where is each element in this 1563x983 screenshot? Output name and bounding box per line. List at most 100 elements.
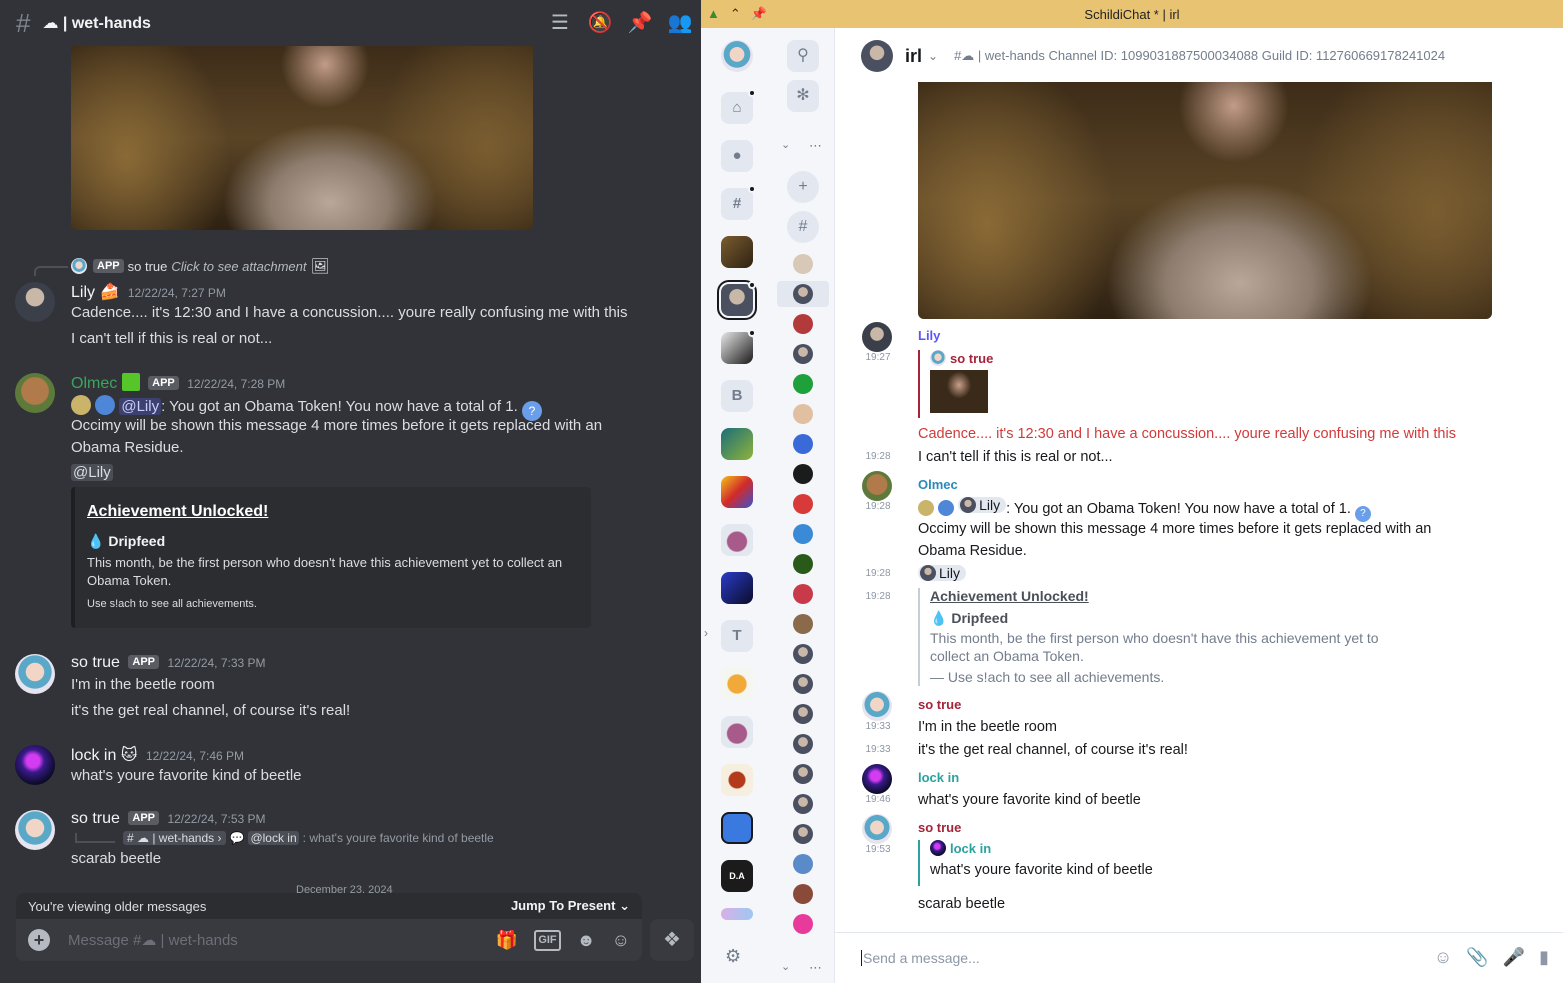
chevron-down-icon[interactable]: ⌄ [928, 49, 938, 63]
mute-bell-icon[interactable]: 🔕 [587, 10, 613, 36]
paperclip-icon[interactable]: 📎 [1466, 947, 1488, 968]
message-input[interactable]: Message #☁ | wet-hands [68, 931, 496, 949]
message-author[interactable]: lock in 🐱 12/22/24, 7:46 PM [71, 745, 244, 765]
room-avatar[interactable] [793, 524, 813, 544]
room-avatar[interactable] [793, 854, 813, 874]
user-mention[interactable]: @Lily [71, 464, 113, 481]
space-icon[interactable]: D.A [721, 860, 753, 892]
message-input[interactable]: Send a message... [861, 949, 1434, 966]
explore-button[interactable]: ✻ [787, 80, 819, 112]
channels-space[interactable]: # [721, 185, 756, 220]
threads-icon[interactable]: ☰ [547, 10, 573, 36]
avatar[interactable] [15, 282, 55, 322]
room-avatar[interactable] [861, 40, 893, 72]
image-attachment[interactable] [71, 46, 533, 230]
gift-icon[interactable]: 🎁 [496, 930, 518, 951]
more-options-icon[interactable]: ⋯ [809, 960, 822, 976]
room-avatar[interactable] [793, 284, 813, 304]
user-mention[interactable]: @lock in [248, 831, 299, 845]
reply-quote[interactable]: lock in what's youre favorite kind of be… [918, 840, 1153, 886]
space-icon[interactable] [721, 476, 753, 508]
room-hash-button[interactable]: # [787, 211, 819, 243]
sticker-icon[interactable]: ☻ [577, 930, 596, 951]
add-room-button[interactable]: + [787, 171, 819, 203]
space-icon[interactable] [721, 572, 753, 604]
message-author[interactable]: Lily 🍰 12/22/24, 7:27 PM [71, 282, 226, 302]
space-icon[interactable] [721, 908, 753, 920]
room-avatar[interactable] [793, 704, 813, 724]
room-avatar[interactable] [793, 794, 813, 814]
avatar[interactable] [862, 764, 892, 794]
space-icon[interactable] [721, 236, 753, 268]
user-pill[interactable]: Lily [918, 565, 967, 581]
avatar[interactable] [15, 745, 55, 785]
avatar[interactable] [15, 810, 55, 850]
space-icon[interactable] [721, 716, 753, 748]
space-icon-selected[interactable] [717, 280, 757, 320]
home-space[interactable]: ⌂ [721, 89, 756, 124]
message-author[interactable]: so true [918, 820, 961, 835]
embed-title[interactable]: Achievement Unlocked! [930, 588, 1379, 604]
gif-icon[interactable]: GIF [534, 929, 561, 951]
collapse-chevron-icon[interactable]: ⌄ [781, 960, 790, 973]
room-name[interactable]: irl [905, 46, 922, 67]
people-space[interactable]: ● [721, 140, 753, 172]
room-avatar[interactable] [793, 374, 813, 394]
message-author[interactable]: so true APP 12/22/24, 7:53 PM [71, 810, 266, 828]
room-avatar[interactable] [793, 344, 813, 364]
room-avatar[interactable] [793, 914, 813, 934]
members-icon[interactable]: 👥 [667, 10, 693, 36]
room-avatar[interactable] [793, 494, 813, 514]
microphone-icon[interactable]: 🎤 [1503, 947, 1525, 968]
space-icon[interactable] [721, 524, 753, 556]
room-avatar[interactable] [793, 884, 813, 904]
add-attachment-button[interactable]: + [28, 929, 50, 951]
room-avatar[interactable] [793, 764, 813, 784]
room-avatar[interactable] [793, 674, 813, 694]
space-t[interactable]: T [721, 620, 753, 652]
message-author[interactable]: so true [918, 697, 961, 712]
double-chevron-up-icon[interactable]: ⌃ [730, 6, 741, 22]
room-avatar[interactable] [793, 404, 813, 424]
user-avatar[interactable] [721, 40, 753, 72]
reply-preview[interactable]: APP so true Click to see attachment 🖼 [71, 257, 330, 275]
user-pill[interactable]: Lily [958, 497, 1007, 513]
image-attachment[interactable] [918, 82, 1492, 319]
search-button[interactable]: ⚲ [787, 40, 819, 72]
message-author[interactable]: Olmec APP 12/22/24, 7:28 PM [71, 373, 285, 393]
space-icon[interactable] [721, 764, 753, 796]
message-author[interactable]: Olmec [918, 477, 958, 492]
message-author[interactable]: lock in [918, 770, 959, 785]
embed-title[interactable]: Achievement Unlocked! [87, 503, 579, 521]
room-avatar[interactable] [793, 614, 813, 634]
emoji-icon[interactable]: ☺ [1434, 947, 1452, 968]
emoji-icon[interactable]: ☺ [612, 930, 630, 951]
room-avatar[interactable] [793, 254, 813, 274]
user-mention[interactable]: @Lily [119, 398, 162, 415]
pin-icon[interactable]: 📌 [627, 10, 653, 36]
room-avatar[interactable] [793, 584, 813, 604]
room-avatar[interactable] [793, 434, 813, 454]
message-author[interactable]: Lily [918, 328, 940, 343]
pin-window-icon[interactable]: 📌 [751, 6, 767, 22]
avatar[interactable] [862, 814, 892, 844]
message-author[interactable]: so true APP 12/22/24, 7:33 PM [71, 654, 266, 672]
room-avatar[interactable] [793, 734, 813, 754]
settings-gear-icon[interactable]: ⚙ [725, 946, 741, 967]
jump-to-present-button[interactable]: Jump To Present ⌄ [511, 898, 630, 914]
apps-button[interactable]: ❖ [650, 919, 694, 961]
poll-icon[interactable]: ▮ [1539, 947, 1549, 968]
room-avatar[interactable] [793, 314, 813, 334]
room-avatar[interactable] [793, 644, 813, 664]
avatar[interactable] [862, 471, 892, 501]
more-options-icon[interactable]: ⋯ [809, 138, 822, 154]
avatar[interactable] [15, 654, 55, 694]
room-avatar[interactable] [793, 464, 813, 484]
space-icon[interactable] [721, 812, 753, 844]
space-icon[interactable] [721, 329, 756, 364]
room-avatar[interactable] [793, 554, 813, 574]
channel-chip[interactable]: # ☁ | wet-hands › [123, 831, 226, 845]
avatar[interactable] [15, 373, 55, 413]
avatar[interactable] [862, 322, 892, 352]
expand-chevron-icon[interactable]: › [704, 626, 708, 640]
